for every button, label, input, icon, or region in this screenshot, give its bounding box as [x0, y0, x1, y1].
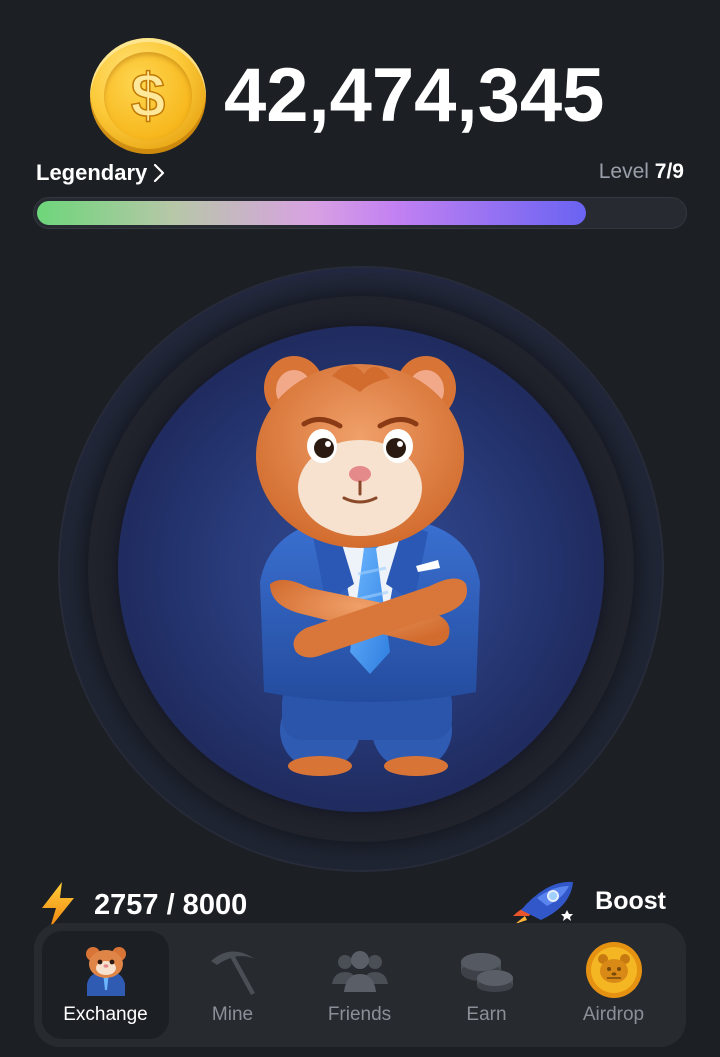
pickaxe-icon [203, 944, 263, 996]
nav-airdrop[interactable]: Airdrop [550, 931, 677, 1039]
tap-button[interactable] [60, 268, 662, 870]
hamster-icon [76, 944, 136, 996]
nav-friends[interactable]: Friends [296, 931, 423, 1039]
boost-button[interactable]: Boost [507, 876, 666, 926]
coins-icon [457, 944, 517, 996]
lightning-icon [42, 882, 74, 928]
app-screen: $ 42,474,345 Legendary Level 7/9 2757 / … [0, 0, 720, 1057]
nav-label-exchange: Exchange [63, 1004, 148, 1025]
bottom-navigation: Exchange Mine Friends Earn Airdrop [34, 923, 686, 1047]
level-progress-fill [37, 201, 586, 225]
hamster-coin-icon [584, 942, 644, 998]
dollar-coin-icon: $ [90, 38, 206, 154]
hamster-character-icon [256, 356, 480, 776]
energy-value: 2757 / 8000 [94, 888, 248, 921]
chevron-right-icon [154, 163, 165, 183]
level-value: 7/9 [654, 160, 684, 183]
nav-label-earn: Earn [466, 1004, 507, 1025]
boost-label: Boost [595, 886, 666, 915]
nav-earn[interactable]: Earn [423, 931, 550, 1039]
balance-value: 42,474,345 [224, 53, 605, 138]
level-indicator: Level 7/9 [599, 160, 684, 184]
nav-exchange[interactable]: Exchange [42, 931, 169, 1039]
rank-label: Legendary [36, 160, 148, 185]
nav-label-mine: Mine [211, 1004, 254, 1025]
friends-icon [330, 944, 390, 996]
level-prefix: Level [598, 160, 649, 183]
rank-link[interactable]: Legendary [36, 160, 165, 186]
nav-label-airdrop: Airdrop [582, 1004, 645, 1025]
nav-mine[interactable]: Mine [169, 931, 296, 1039]
nav-label-friends: Friends [327, 1004, 392, 1025]
currency-symbol: $ [131, 62, 165, 131]
level-progress-bar [33, 197, 687, 229]
balance-display: $ 42,474,345 [90, 38, 604, 154]
energy-display: 2757 / 8000 [38, 882, 247, 928]
rocket-icon [513, 881, 574, 924]
